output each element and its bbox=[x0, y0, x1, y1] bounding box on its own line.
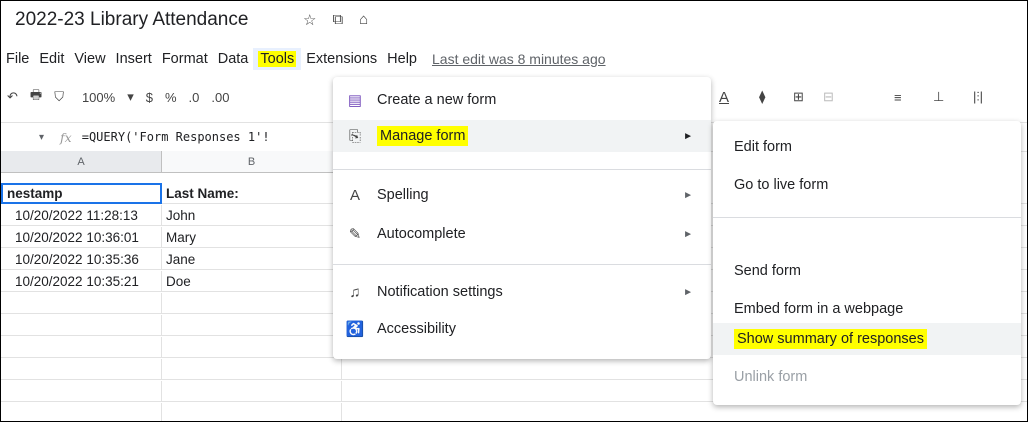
last-edit-link[interactable]: Last edit was 8 minutes ago bbox=[432, 51, 606, 67]
cell-timestamp[interactable]: 10/20/2022 10:36:01 bbox=[1, 227, 162, 248]
cell-timestamp[interactable]: 10/20/2022 10:35:36 bbox=[1, 249, 162, 270]
menu-item-label: Manage form bbox=[377, 126, 469, 146]
bell-icon: ♫ bbox=[349, 283, 361, 301]
spelling-icon: A bbox=[349, 186, 360, 204]
menu-view[interactable]: View bbox=[69, 48, 110, 70]
percent-format-button[interactable]: % bbox=[159, 90, 183, 105]
submenu-item-unlink-form: Unlink form bbox=[734, 369, 808, 385]
menu-extensions[interactable]: Extensions bbox=[301, 48, 382, 70]
submenu-arrow-icon: ► bbox=[683, 189, 693, 201]
title-icons: ☆ ⧉ ⌂ bbox=[303, 11, 368, 29]
manage-form-icon: ⎘ bbox=[348, 127, 361, 145]
fill-color-icon[interactable]: ⧫ bbox=[759, 89, 765, 105]
submenu-item-show-summary[interactable]: Show summary of responses bbox=[713, 323, 1021, 355]
empty-cell[interactable] bbox=[1, 403, 162, 421]
header-cell-last-name[interactable]: Last Name: bbox=[162, 183, 342, 204]
menu-file[interactable]: File bbox=[1, 48, 34, 70]
text-wrap-icon[interactable]: |⫶| bbox=[973, 89, 983, 105]
empty-cell[interactable] bbox=[1, 381, 162, 402]
menu-format[interactable]: Format bbox=[157, 48, 213, 70]
undo-icon[interactable]: ↶ bbox=[1, 89, 24, 105]
menu-item-manage-form[interactable]: ⎘ Manage form ► bbox=[333, 120, 711, 152]
menu-item-label: Autocomplete bbox=[377, 226, 466, 242]
empty-cell[interactable] bbox=[162, 293, 342, 314]
doc-title[interactable]: 2022-23 Library Attendance bbox=[15, 9, 248, 31]
menu-divider bbox=[713, 217, 1021, 218]
chevron-down-icon[interactable]: ▾ bbox=[121, 89, 140, 105]
empty-cell[interactable] bbox=[162, 403, 342, 421]
menu-item-label: Create a new form bbox=[377, 92, 497, 108]
menu-divider bbox=[333, 264, 711, 265]
borders-icon[interactable]: ⊞ bbox=[793, 89, 804, 105]
name-box-chevron-icon[interactable]: ▾ bbox=[39, 132, 44, 143]
vertical-align-icon[interactable]: ⊥ bbox=[933, 89, 944, 105]
manage-form-submenu: Edit form Go to live form Send form Embe… bbox=[713, 121, 1021, 405]
menu-item-autocomplete[interactable]: ✎ Autocomplete ► bbox=[333, 218, 711, 250]
menu-item-spelling[interactable]: A Spelling ► bbox=[333, 179, 711, 211]
menu-tools-label: Tools bbox=[258, 51, 297, 67]
menu-item-notification-settings[interactable]: ♫ Notification settings ► bbox=[333, 276, 711, 308]
increase-decimal-button[interactable]: .00 bbox=[205, 90, 235, 105]
cloud-status-icon[interactable]: ⌂ bbox=[359, 11, 368, 29]
empty-cell[interactable] bbox=[1, 359, 162, 380]
menu-item-accessibility[interactable]: ♿ Accessibility bbox=[333, 313, 711, 345]
cell-last-name[interactable]: John bbox=[162, 205, 342, 226]
currency-format-button[interactable]: $ bbox=[140, 90, 159, 105]
paint-format-icon[interactable]: ⛉ bbox=[48, 89, 70, 105]
form-icon: ▤ bbox=[347, 92, 363, 109]
text-color-icon[interactable]: A bbox=[719, 89, 729, 106]
cell-last-name[interactable]: Jane bbox=[162, 249, 342, 270]
menu-help[interactable]: Help bbox=[382, 48, 422, 70]
cell-timestamp[interactable]: 10/20/2022 10:35:21 bbox=[1, 271, 162, 292]
horizontal-align-icon[interactable]: ≡ bbox=[894, 90, 902, 105]
submenu-item-embed-form[interactable]: Embed form in a webpage bbox=[713, 293, 1021, 325]
empty-cell[interactable] bbox=[162, 381, 342, 402]
menu-bar: File Edit View Insert Format Data Tools … bbox=[1, 46, 606, 72]
empty-cell[interactable] bbox=[1, 315, 162, 336]
print-icon[interactable]: 🖶 bbox=[24, 86, 48, 108]
empty-row bbox=[1, 403, 1027, 421]
column-header-a[interactable]: A bbox=[1, 151, 162, 173]
submenu-arrow-icon: ► bbox=[683, 286, 693, 298]
menu-edit[interactable]: Edit bbox=[34, 48, 69, 70]
submenu-item-label: Show summary of responses bbox=[734, 329, 927, 349]
formula-input[interactable]: =QUERY('Form Responses 1'! bbox=[82, 130, 270, 144]
cell-last-name[interactable]: Doe bbox=[162, 271, 342, 292]
submenu-item-go-to-live-form[interactable]: Go to live form bbox=[713, 169, 1021, 201]
column-header-b[interactable]: B bbox=[162, 151, 342, 173]
spreadsheet-window: 2022-23 Library Attendance ☆ ⧉ ⌂ File Ed… bbox=[0, 0, 1028, 422]
decrease-decimal-button[interactable]: .0 bbox=[183, 90, 206, 105]
zoom-select[interactable]: 100% bbox=[76, 90, 121, 105]
tools-menu: ▤ Create a new form ⎘ Manage form ► A Sp… bbox=[333, 77, 711, 359]
star-icon[interactable]: ☆ bbox=[303, 11, 316, 29]
submenu-item-edit-form[interactable]: Edit form bbox=[713, 131, 1021, 163]
accessibility-icon: ♿ bbox=[345, 321, 365, 338]
header-cell-timestamp[interactable]: nestamp bbox=[1, 183, 162, 204]
menu-insert[interactable]: Insert bbox=[111, 48, 157, 70]
menu-data[interactable]: Data bbox=[213, 48, 254, 70]
menu-tools[interactable]: Tools bbox=[253, 48, 302, 70]
menu-item-create-form[interactable]: ▤ Create a new form bbox=[333, 84, 711, 116]
empty-cell[interactable] bbox=[162, 359, 342, 380]
submenu-arrow-icon: ► bbox=[683, 228, 693, 240]
move-to-folder-icon[interactable]: ⧉ bbox=[332, 11, 343, 29]
menu-item-label: Spelling bbox=[377, 187, 429, 203]
empty-cell[interactable] bbox=[1, 337, 162, 358]
cell-last-name[interactable]: Mary bbox=[162, 227, 342, 248]
menu-divider bbox=[333, 169, 711, 170]
autocomplete-icon: ✎ bbox=[348, 226, 362, 243]
empty-cell[interactable] bbox=[162, 337, 342, 358]
empty-cell[interactable] bbox=[1, 293, 162, 314]
menu-item-label: Notification settings bbox=[377, 284, 503, 300]
merge-cells-icon[interactable]: ⊟ bbox=[823, 89, 834, 105]
fx-icon: fx bbox=[60, 129, 72, 145]
submenu-arrow-icon: ► bbox=[683, 130, 693, 142]
menu-item-label: Accessibility bbox=[377, 321, 456, 337]
cell-timestamp[interactable]: 10/20/2022 11:28:13 bbox=[1, 205, 162, 226]
empty-cell[interactable] bbox=[162, 315, 342, 336]
